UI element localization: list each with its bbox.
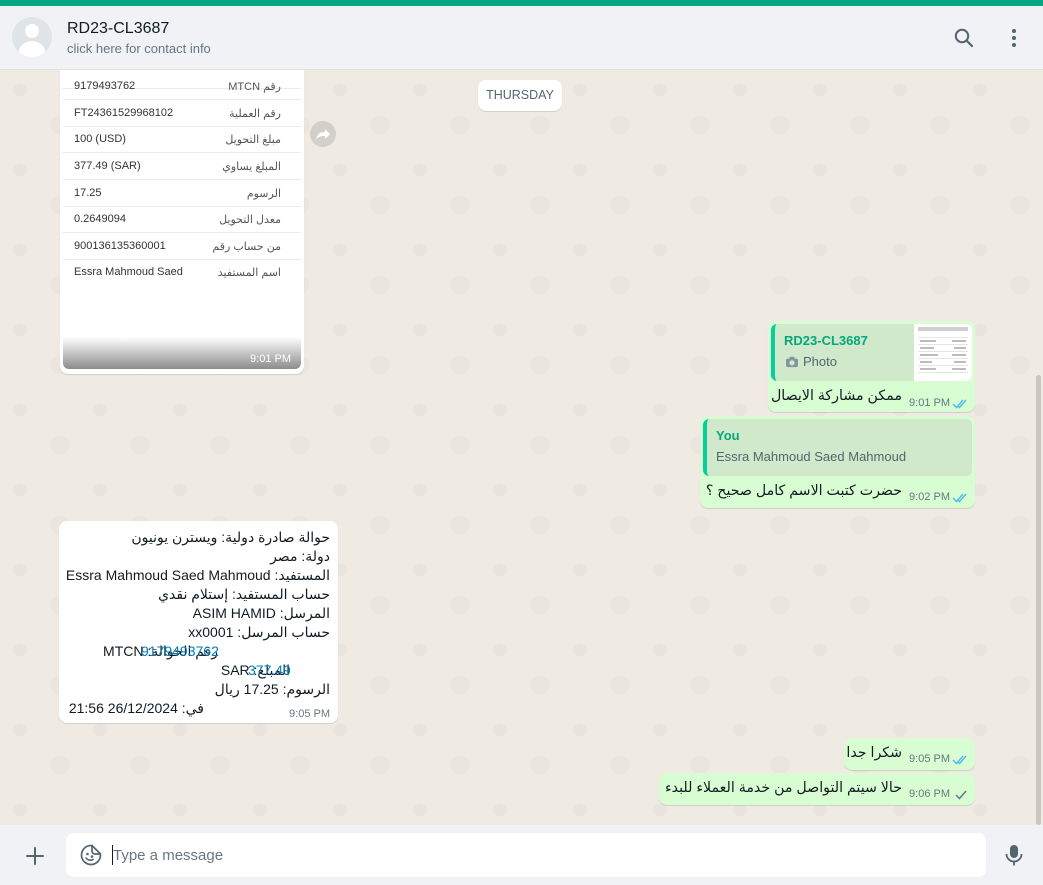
message-line: المرسل: ASIM HAMID: [192, 605, 330, 621]
chat-area[interactable]: 9179493762 رقم MTCN FT24361529968102 رقم…: [0, 70, 1043, 825]
avatar[interactable]: [12, 17, 52, 57]
message-text: ممكن مشاركة الايصال: [770, 388, 902, 404]
quote-text: Photo: [803, 354, 837, 369]
quote-thumbnail: [914, 324, 972, 381]
read-receipt-icon: [952, 755, 967, 765]
message-line: حوالة صادرة دولية: ويسترن يونيون: [131, 529, 330, 545]
message-line: دولة: مصر: [270, 548, 330, 564]
incoming-message[interactable]: حوالة صادرة دولية: ويسترن يونيون دولة: م…: [59, 521, 338, 723]
microphone-icon[interactable]: [1003, 843, 1025, 867]
receipt-image[interactable]: 9179493762 رقم MTCN FT24361529968102 رقم…: [63, 70, 301, 369]
receipt-row: 377.49 (SAR) المبلغ يساوي: [63, 154, 301, 180]
quoted-message[interactable]: You Essra Mahmoud Saed Mahmoud: [703, 419, 972, 476]
avatar-head-shape: [25, 24, 39, 38]
day-separator: THURSDAY: [478, 80, 562, 111]
message-time: 9:02 PM: [909, 491, 950, 503]
message-composer: [0, 825, 1043, 885]
emoji-sticker-icon[interactable]: [80, 844, 102, 866]
receipt-image-message[interactable]: 9179493762 رقم MTCN FT24361529968102 رقم…: [60, 70, 304, 374]
contact-info-hint[interactable]: click here for contact info: [67, 41, 211, 56]
receipt-label: الرسوم: [246, 188, 281, 200]
message-line: حساب المرسل: xx0001: [188, 624, 330, 640]
amount-number-link[interactable]: 377.49: [248, 662, 291, 678]
outgoing-message[interactable]: You Essra Mahmoud Saed Mahmoud حضرت كتبت…: [700, 416, 975, 508]
menu-dots-icon[interactable]: [1002, 26, 1026, 50]
message-line: المستفيد: Essra Mahmoud Saed Mahmoud: [65, 567, 330, 583]
receipt-label: رقم MTCN: [228, 81, 281, 93]
message-text: حالا سيتم التواصل من خدمة العملاء للبدء: [664, 780, 902, 796]
receipt-row: 17.25 الرسوم: [63, 181, 301, 207]
message-time: 9:01 PM: [250, 353, 291, 365]
receipt-row: 0.2649094 معدل التحويل: [63, 207, 301, 233]
receipt-label: من حساب رقم: [212, 241, 281, 253]
receipt-thumbnail-graphic: [914, 324, 972, 381]
message-time: 9:05 PM: [289, 708, 330, 720]
message-line: حساب المستفيد: إستلام نقدي: [158, 586, 330, 602]
quoted-message[interactable]: RD23-CL3687 Photo: [771, 324, 972, 381]
quote-author: RD23-CL3687: [784, 333, 868, 348]
message-input-box[interactable]: [66, 833, 986, 877]
receipt-row: 100 (USD) مبلغ التحويل: [63, 127, 301, 153]
message-line: الرسوم: 17.25 ريال: [214, 681, 330, 697]
mtcn-number-link[interactable]: 9179493762: [141, 643, 219, 659]
receipt-row: 9179493762 رقم MTCN: [63, 74, 301, 100]
receipt-value: 100 (USD): [74, 133, 126, 145]
read-receipt-icon: [952, 399, 967, 409]
receipt-row: 900136135360001 من حساب رقم: [63, 234, 301, 260]
camera-icon: [786, 356, 798, 368]
receipt-value: FT24361529968102: [74, 107, 174, 119]
receipt-label: مبلغ التحويل: [225, 134, 281, 146]
receipt-value: Essra Mahmoud Saed: [74, 266, 183, 278]
receipt-value: 0.2649094: [74, 213, 126, 225]
receipt-label: المبلغ يساوي: [222, 161, 281, 173]
receipt-row: FT24361529968102 رقم العملية: [63, 101, 301, 127]
message-text: شكرا جدا: [846, 745, 902, 761]
attach-plus-icon[interactable]: [23, 844, 47, 868]
message-time: 9:05 PM: [909, 753, 950, 765]
search-icon[interactable]: [952, 26, 976, 50]
receipt-value: 377.49 (SAR): [74, 160, 141, 172]
forward-button[interactable]: [310, 121, 336, 147]
contact-name[interactable]: RD23-CL3687: [67, 20, 169, 38]
outgoing-message[interactable]: شكرا جدا 9:05 PM: [844, 738, 975, 770]
chat-scrollbar[interactable]: [1036, 375, 1041, 825]
message-line: في: 26/12/2024 21:56: [68, 700, 204, 716]
sent-tick-icon: [955, 790, 967, 800]
quote-author: You: [716, 428, 740, 443]
receipt-value: 900136135360001: [74, 240, 166, 252]
receipt-label: معدل التحويل: [219, 214, 281, 226]
forward-icon: [316, 129, 330, 140]
receipt-value: 17.25: [74, 187, 102, 199]
avatar-body-shape: [18, 41, 46, 57]
receipt-row: Essra Mahmoud Saed اسم المستفيد: [63, 260, 301, 286]
message-time: 9:01 PM: [909, 397, 950, 409]
receipt-value: 9179493762: [74, 80, 136, 92]
read-receipt-icon: [952, 493, 967, 503]
message-input[interactable]: [113, 844, 973, 866]
quote-text: Essra Mahmoud Saed Mahmoud: [716, 449, 907, 464]
outgoing-message[interactable]: RD23-CL3687 Photo ممكن مشاركة الايصال 9:…: [768, 321, 975, 412]
chat-header[interactable]: RD23-CL3687 click here for contact info: [0, 6, 1043, 70]
receipt-label: رقم العملية: [229, 108, 281, 120]
message-time: 9:06 PM: [909, 788, 950, 800]
outgoing-message[interactable]: حالا سيتم التواصل من خدمة العملاء للبدء …: [659, 773, 975, 805]
receipt-label: اسم المستفيد: [217, 267, 281, 279]
message-text: حضرت كتبت الاسم كامل صحيح ؟: [705, 483, 902, 499]
